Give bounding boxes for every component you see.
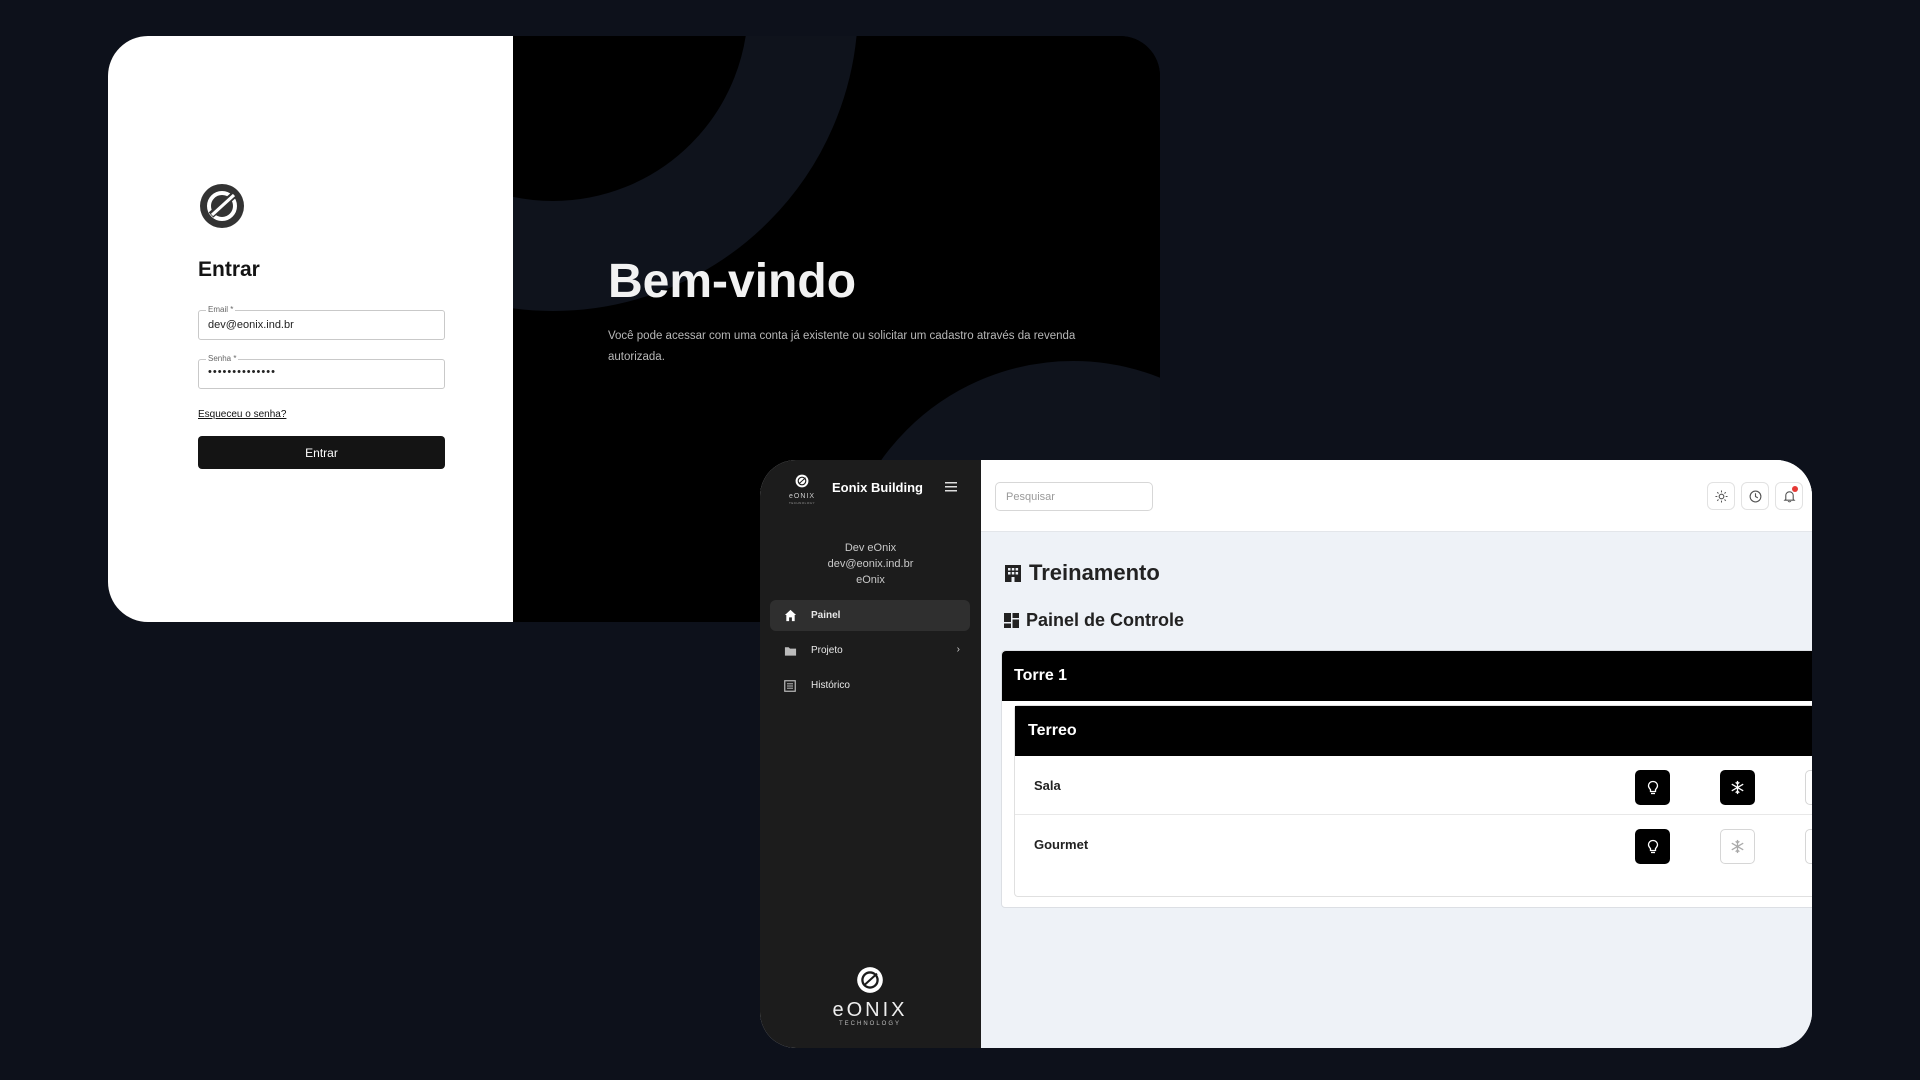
sidebar-logo-sub: TECHNOLOGY <box>788 501 815 505</box>
email-value: dev@eonix.ind.br <box>208 319 294 331</box>
clock-icon <box>1749 490 1761 502</box>
user-company: eOnix <box>856 574 885 586</box>
room-row: Sala <box>1015 756 1812 815</box>
page-title: Treinamento <box>1003 560 1160 586</box>
password-value: •••••••••••••• <box>208 366 276 378</box>
email-field[interactable]: Email * dev@eonix.ind.br <box>198 305 445 340</box>
list-icon <box>783 679 797 693</box>
sun-icon <box>1714 489 1728 503</box>
eonix-logo-icon <box>857 967 883 993</box>
sidebar-item-projeto[interactable]: Projeto › <box>770 635 970 666</box>
section-title-text: Painel de Controle <box>1026 610 1185 630</box>
home-icon <box>783 609 797 623</box>
chevron-right-icon: › <box>956 644 960 655</box>
tower-panel: Torre 1 Terreo Sala Gourmet <box>1001 650 1812 908</box>
app-title: Eonix Building <box>832 480 923 495</box>
room-name: Gourmet <box>1034 837 1089 852</box>
ac-toggle-button[interactable] <box>1720 770 1755 805</box>
device-toggle-button[interactable] <box>1805 770 1812 805</box>
sidebar-item-painel[interactable]: Painel <box>770 600 970 631</box>
top-bar <box>981 460 1812 532</box>
sidebar-item-label: Painel <box>811 610 841 621</box>
user-email: dev@eonix.ind.br <box>827 558 914 570</box>
ac-toggle-button[interactable] <box>1720 829 1755 864</box>
password-label: Senha * <box>206 354 239 364</box>
bottom-logo-sub: TECHNOLOGY <box>838 1021 901 1027</box>
light-toggle-button[interactable] <box>1635 770 1670 805</box>
sidebar-item-label: Projeto <box>811 645 843 656</box>
tower-header: Torre 1 <box>1002 651 1812 701</box>
eonix-logo-icon <box>200 184 244 228</box>
floor-header: Terreo <box>1015 706 1812 756</box>
search-input[interactable] <box>995 482 1153 511</box>
bottom-logo-text: eONIX <box>832 999 908 1021</box>
user-name: Dev eOnix <box>844 542 897 554</box>
lightbulb-icon <box>1647 780 1658 794</box>
theme-toggle-button[interactable] <box>1707 482 1735 510</box>
room-name: Sala <box>1034 777 1061 793</box>
login-submit-button[interactable]: Entrar <box>198 436 445 469</box>
sidebar-item-label: Histórico <box>811 680 850 691</box>
device-toggle-button[interactable] <box>1805 829 1812 864</box>
sidebar-logo: eONIX TECHNOLOGY <box>784 474 820 505</box>
dashboard-icon <box>1004 613 1019 628</box>
snowflake-icon <box>1731 839 1744 854</box>
notification-badge <box>1792 486 1798 492</box>
building-icon <box>1005 565 1021 582</box>
lightbulb-icon <box>1647 839 1658 853</box>
main-content: Treinamento Painel de Controle Torre 1 T… <box>981 460 1812 1048</box>
password-field[interactable]: Senha * •••••••••••••• <box>198 354 445 389</box>
room-row: Gourmet <box>1015 815 1812 874</box>
welcome-title: Bem-vindo <box>608 255 857 308</box>
welcome-text: Você pode acessar com uma conta já exist… <box>608 330 1076 363</box>
dashboard-window: eONIX TECHNOLOGY Eonix Building Dev eOni… <box>760 460 1812 1048</box>
folder-icon <box>783 644 797 658</box>
sidebar-bottom-logo: eONIX TECHNOLOGY <box>820 966 920 1027</box>
email-label: Email * <box>206 305 236 315</box>
sidebar: eONIX TECHNOLOGY Eonix Building Dev eOni… <box>760 460 981 1048</box>
floor-panel: Terreo Sala Gourmet <box>1014 705 1812 897</box>
user-info: Dev eOnix dev@eonix.ind.br eOnix <box>760 540 981 588</box>
page-title-text: Treinamento <box>1029 560 1160 585</box>
sidebar-logo-text: eONIX <box>788 493 815 500</box>
light-toggle-button[interactable] <box>1635 829 1670 864</box>
eonix-logo-icon <box>795 474 809 488</box>
sidebar-item-historico[interactable]: Histórico <box>770 670 970 701</box>
forgot-password-link[interactable]: Esqueceu o senha? <box>198 409 286 420</box>
section-title: Painel de Controle <box>1003 610 1184 631</box>
login-panel: Entrar Email * dev@eonix.ind.br Senha * … <box>108 36 513 622</box>
history-button[interactable] <box>1741 482 1769 510</box>
hamburger-menu-icon[interactable] <box>943 480 959 494</box>
login-title: Entrar <box>198 258 260 281</box>
snowflake-icon <box>1731 780 1744 795</box>
notifications-button[interactable] <box>1775 482 1803 510</box>
